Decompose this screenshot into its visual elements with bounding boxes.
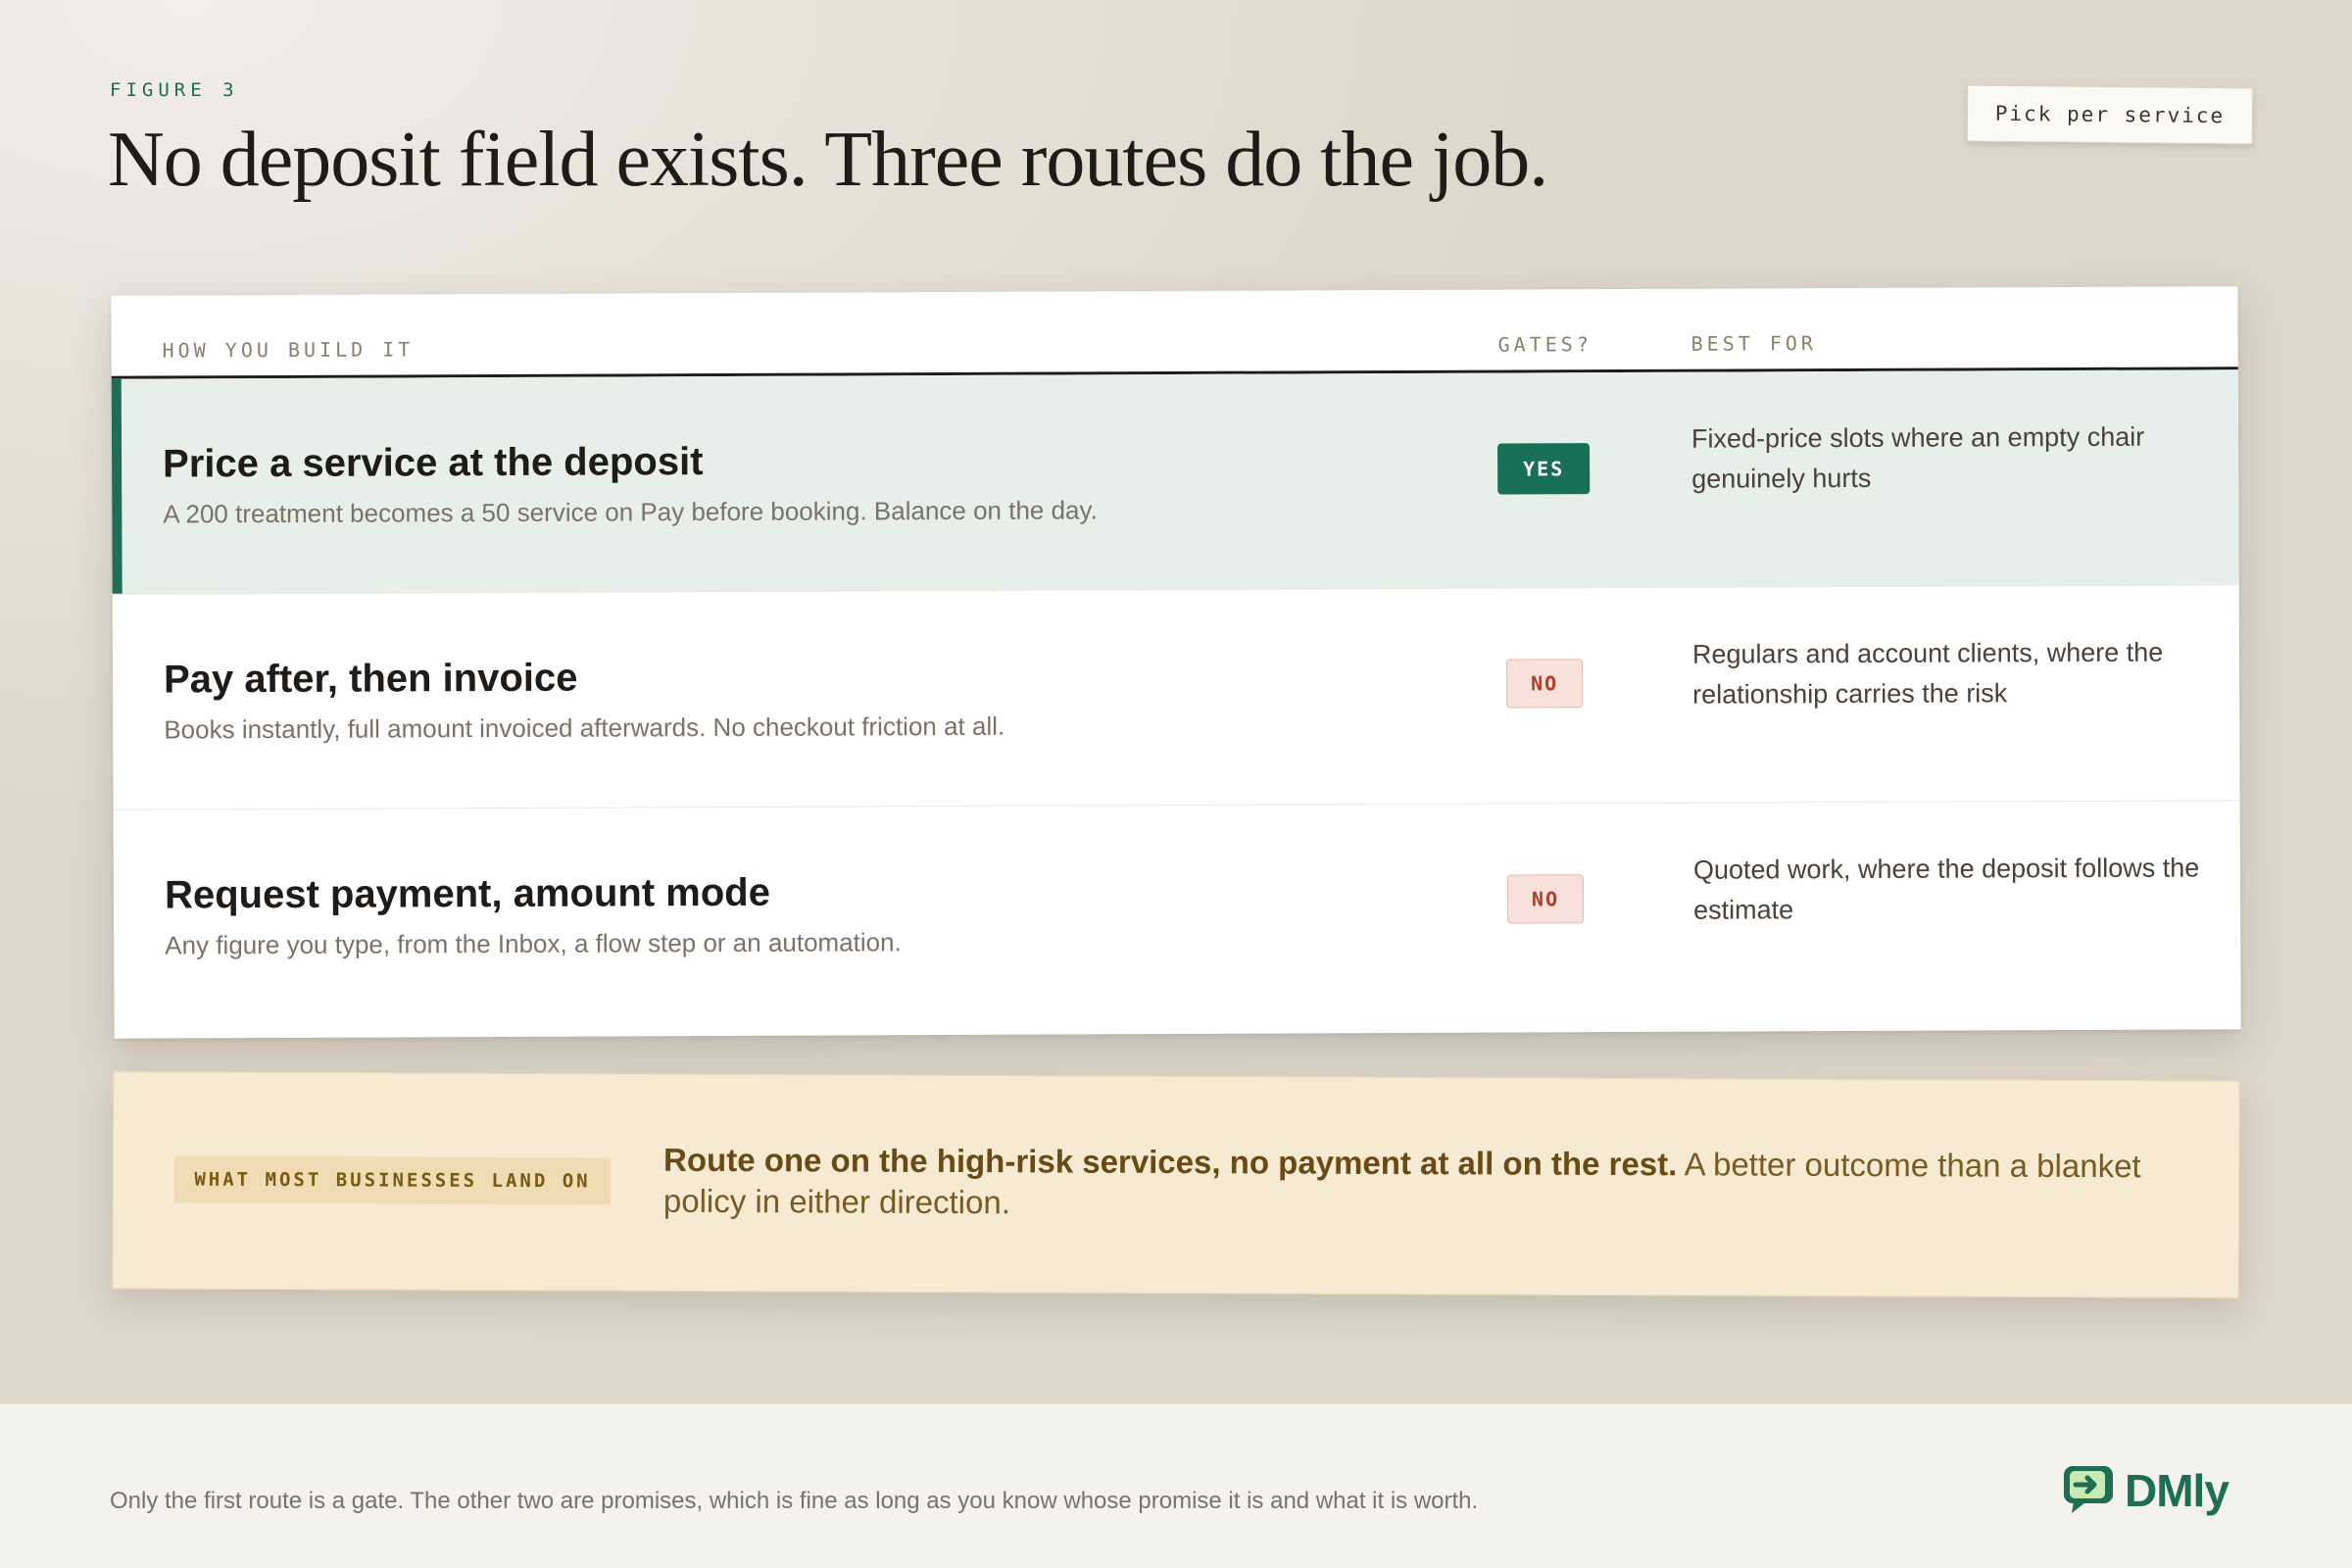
route-description: Any figure you type, from the Inbox, a f… — [165, 927, 902, 960]
route-title: Pay after, then invoice — [163, 656, 578, 702]
column-header-how: HOW YOU BUILD IT — [162, 337, 415, 363]
column-header-gates: GATES? — [1497, 332, 1592, 357]
callout-text: Route one on the high-risk services, no … — [663, 1140, 2202, 1229]
routes-table: HOW YOU BUILD IT GATES? BEST FOR Price a… — [111, 286, 2241, 1039]
footer-note: Only the first route is a gate. The othe… — [110, 1488, 1479, 1514]
column-header-best-for: BEST FOR — [1690, 331, 1817, 356]
route-description: A 200 treatment becomes a 50 service on … — [163, 495, 1098, 529]
page-title: No deposit field exists. Three routes do… — [108, 117, 1548, 203]
figure-label: FIGURE 3 — [110, 79, 239, 101]
route-title: Request payment, amount mode — [164, 870, 770, 917]
route-description: Books instantly, full amount invoiced af… — [164, 710, 1005, 745]
table-row: Pay after, then invoice Books instantly,… — [112, 585, 2240, 810]
best-for-text: Regulars and account clients, where the … — [1691, 637, 2164, 710]
route-title: Price a service at the deposit — [163, 440, 704, 486]
brand-logo[interactable]: DMly — [2062, 1462, 2230, 1520]
gates-yes-badge: YES — [1497, 443, 1591, 495]
best-for-text: Quoted work, where the deposit follows t… — [1692, 853, 2200, 925]
recommendation-callout: WHAT MOST BUSINESSES LAND ON Route one o… — [112, 1071, 2240, 1298]
gates-no-badge: NO — [1505, 659, 1584, 709]
best-for-text: Fixed-price slots where an empty chair g… — [1690, 421, 2145, 494]
table-header: HOW YOU BUILD IT GATES? BEST FOR — [111, 286, 2238, 379]
gates-no-badge: NO — [1506, 874, 1585, 924]
callout-bold-text: Route one on the high-risk services, no … — [663, 1141, 1678, 1183]
chat-arrow-logo-icon — [2062, 1462, 2119, 1520]
table-row: Price a service at the deposit A 200 tre… — [111, 369, 2239, 595]
logo-text: DMly — [2125, 1465, 2230, 1516]
pick-per-service-note: Pick per service — [1966, 84, 2254, 145]
footer: Only the first route is a gate. The othe… — [0, 1403, 2352, 1568]
callout-tag: WHAT MOST BUSINESSES LAND ON — [173, 1155, 612, 1205]
